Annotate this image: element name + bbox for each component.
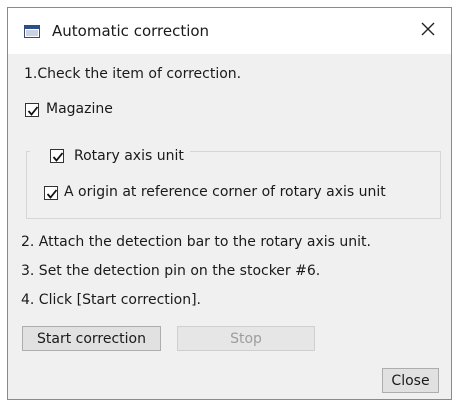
- start-correction-button[interactable]: Start correction: [22, 326, 161, 351]
- rotary-axis-unit-label: Rotary axis unit: [74, 148, 184, 164]
- magazine-label: Magazine: [46, 101, 113, 117]
- close-button[interactable]: Close: [382, 368, 439, 393]
- check-icon: [50, 149, 64, 163]
- close-icon: [420, 21, 436, 41]
- step-1-text: 1.Check the item of correction.: [24, 66, 242, 82]
- title-bar: Automatic correction: [8, 8, 451, 54]
- origin-reference-corner-label: A origin at reference corner of rotary a…: [64, 184, 386, 200]
- automatic-correction-dialog: Automatic correction 1.Check the item of…: [7, 7, 452, 400]
- magazine-checkbox[interactable]: Magazine: [25, 101, 155, 121]
- check-icon: [25, 103, 39, 117]
- rotary-axis-unit-checkbox[interactable]: Rotary axis unit: [30, 145, 190, 167]
- step-4-text: 4. Click [Start correction].: [21, 292, 201, 308]
- dialog-title: Automatic correction: [52, 22, 210, 40]
- window-icon: [24, 25, 40, 38]
- step-2-text: 2. Attach the detection bar to the rotar…: [21, 234, 371, 250]
- step-3-text: 3. Set the detection pin on the stocker …: [21, 263, 321, 279]
- close-window-button[interactable]: [405, 8, 451, 54]
- origin-reference-corner-checkbox[interactable]: A origin at reference corner of rotary a…: [44, 184, 444, 204]
- check-icon: [44, 186, 58, 200]
- stop-button[interactable]: Stop: [177, 326, 315, 351]
